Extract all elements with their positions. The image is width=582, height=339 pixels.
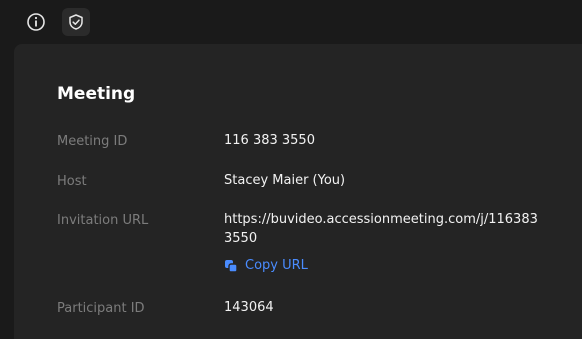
invitation-url-label: Invitation URL [57, 213, 149, 228]
host-value: Stacey Maier (You) [224, 173, 346, 188]
top-toolbar [0, 0, 582, 44]
info-icon[interactable] [22, 8, 50, 36]
copy-url-label: Copy URL [245, 258, 308, 273]
meeting-info-panel: Meeting Meeting ID 116 383 3550 Host Sta… [14, 44, 582, 339]
shield-check-icon[interactable] [62, 8, 90, 36]
host-label: Host [57, 174, 87, 189]
meeting-id-value: 116 383 3550 [224, 133, 315, 148]
copy-icon [225, 259, 238, 273]
copy-url-button[interactable]: Copy URL [224, 258, 308, 273]
participant-id-label: Participant ID [57, 301, 145, 316]
meeting-title: Meeting [57, 84, 136, 104]
meeting-id-label: Meeting ID [57, 134, 128, 149]
invitation-url-value: https://buvideo.accessionmeeting.com/j/1… [224, 212, 538, 246]
participant-id-value: 143064 [224, 300, 274, 315]
